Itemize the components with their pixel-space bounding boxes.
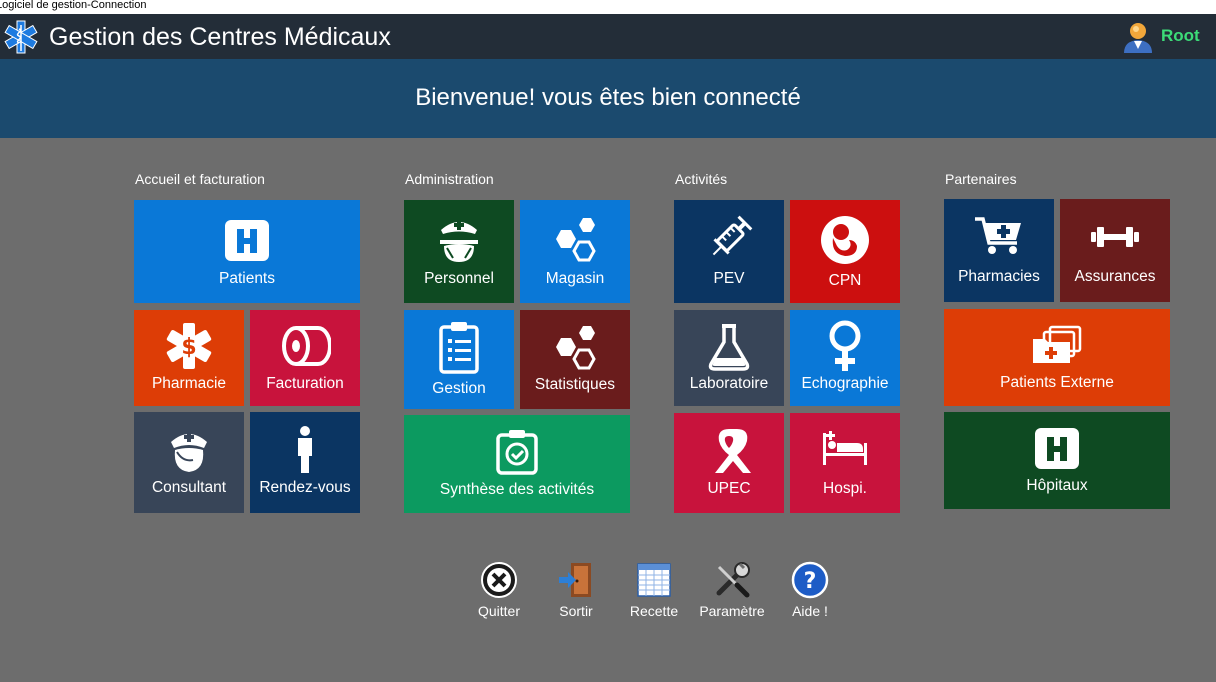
hospital-h-icon	[1035, 428, 1079, 469]
tile-label: Magasin	[545, 270, 605, 287]
tile-rendezvous[interactable]: Rendez-vous	[250, 412, 360, 513]
tile-consultant[interactable]: Consultant	[134, 412, 244, 513]
tile-label: Echographie	[801, 375, 889, 392]
section-label-partenaires: Partenaires	[945, 171, 1017, 187]
tile-label: Consultant	[151, 479, 227, 496]
tile-label: Assurances	[1074, 268, 1156, 285]
aide-button[interactable]: ? Aide !	[776, 561, 844, 621]
tile-label: Laboratoire	[689, 375, 769, 392]
section-label-accueil: Accueil et facturation	[135, 171, 265, 187]
hexagons-icon	[556, 218, 596, 262]
tile-patients-externe[interactable]: Patients Externe	[944, 309, 1170, 406]
tile-label: Gestion	[432, 380, 486, 397]
tools-icon	[716, 562, 750, 598]
app-title: Gestion des Centres Médicaux	[49, 23, 391, 51]
parametre-button[interactable]: Paramètre	[698, 561, 766, 621]
tile-cpn[interactable]: CPN	[790, 200, 900, 303]
clipboard-check-icon	[496, 430, 538, 475]
app-header: Gestion des Centres Médicaux Root	[0, 14, 1216, 59]
tile-pharmacie[interactable]: $ Pharmacie	[134, 310, 244, 406]
tile-facturation[interactable]: Facturation	[250, 310, 360, 406]
dumbbell-icon	[1091, 227, 1139, 247]
help-icon: ?	[791, 561, 829, 599]
tile-label: Statistiques	[534, 376, 616, 393]
welcome-message: Bienvenue! vous êtes bien connecté	[415, 84, 801, 111]
hospital-bed-icon	[823, 431, 867, 465]
close-circle-icon	[481, 562, 517, 598]
tile-label: Pharmacies	[958, 268, 1040, 285]
quitter-button[interactable]: Quitter	[465, 561, 533, 621]
tile-assurances[interactable]: Assurances	[1060, 199, 1170, 302]
section-label-administration: Administration	[405, 171, 494, 187]
tile-echographie[interactable]: Echographie	[790, 310, 900, 406]
tile-label: Hospi.	[823, 480, 867, 497]
tile-gestion[interactable]: Gestion	[404, 310, 514, 409]
svg-text:?: ?	[804, 569, 817, 594]
hexagons-icon	[556, 326, 596, 370]
fetus-icon	[821, 216, 869, 264]
tile-patients[interactable]: Patients	[134, 200, 360, 303]
flask-icon	[708, 324, 750, 371]
tile-label: CPN	[828, 272, 862, 289]
tile-label: Patients	[218, 270, 275, 287]
user-avatar-icon[interactable]	[1121, 20, 1155, 54]
spreadsheet-icon	[637, 563, 671, 597]
tile-synthese[interactable]: Synthèse des activités	[404, 415, 630, 513]
tile-label: Personnel	[424, 270, 494, 287]
hospital-h-icon	[225, 220, 269, 261]
tile-label: Facturation	[266, 375, 344, 392]
section-label-activites: Activités	[675, 171, 728, 187]
paper-roll-icon	[282, 326, 331, 366]
sortir-label: Sortir	[559, 603, 593, 619]
tile-label: Rendez-vous	[259, 479, 351, 496]
window-title: Logiciel de gestion-Connection	[0, 0, 147, 11]
cart-plus-icon	[975, 217, 1021, 254]
tile-laboratoire[interactable]: Laboratoire	[674, 310, 784, 406]
tile-label: PEV	[713, 270, 745, 287]
syringe-icon	[712, 215, 753, 256]
female-symbol-icon	[829, 320, 861, 371]
tile-label: UPEC	[707, 480, 751, 497]
welcome-banner: Bienvenue! vous êtes bien connecté	[0, 59, 1216, 138]
tile-upec[interactable]: UPEC	[674, 413, 784, 513]
tile-magasin[interactable]: Magasin	[520, 200, 630, 303]
svg-text:$: $	[181, 335, 196, 360]
aide-label: Aide !	[792, 603, 828, 619]
door-exit-icon	[559, 563, 591, 597]
clipboard-list-icon	[439, 322, 479, 374]
recette-label: Recette	[629, 603, 679, 619]
quitter-label: Quitter	[477, 603, 520, 619]
parametre-label: Paramètre	[699, 603, 765, 619]
nurse-head-icon	[171, 432, 207, 472]
recette-button[interactable]: Recette	[620, 561, 688, 621]
tile-hopitaux[interactable]: Hôpitaux	[944, 412, 1170, 509]
medical-folders-icon	[1033, 325, 1082, 363]
tile-label: Synthèse des activités	[439, 481, 595, 498]
medical-star-icon: $	[166, 323, 212, 369]
tile-pev[interactable]: PEV	[674, 200, 784, 303]
tile-label: Hôpitaux	[1026, 477, 1088, 494]
person-icon	[298, 426, 312, 473]
nurse-icon	[440, 220, 478, 262]
user-name[interactable]: Root	[1161, 26, 1200, 46]
star-of-life-icon	[4, 20, 38, 54]
tile-label: Patients Externe	[1000, 374, 1114, 391]
tile-hospi[interactable]: Hospi.	[790, 413, 900, 513]
awareness-ribbon-icon	[715, 429, 751, 473]
tile-statistiques[interactable]: Statistiques	[520, 310, 630, 409]
window-titlebar: Logiciel de gestion-Connection	[0, 0, 1216, 14]
tile-pharmacies[interactable]: Pharmacies	[944, 199, 1054, 302]
tile-personnel[interactable]: Personnel	[404, 200, 514, 303]
tile-label: Pharmacie	[151, 375, 227, 392]
sortir-button[interactable]: Sortir	[542, 561, 610, 621]
